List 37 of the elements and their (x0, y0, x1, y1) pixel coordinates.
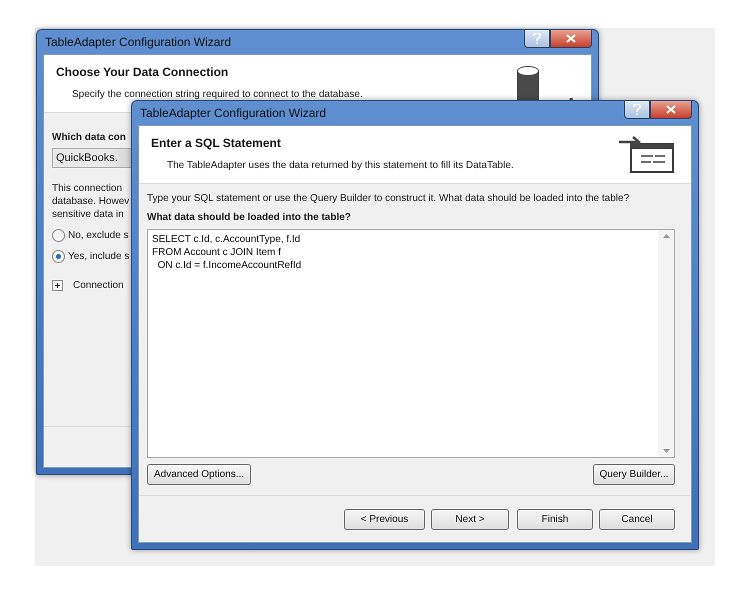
page-subtitle: The TableAdapter uses the data returned by this statement to fill its DataTable. (166, 159, 514, 172)
radio-label: Yes, include s (68, 250, 130, 263)
plus-icon (54, 282, 61, 289)
next-button[interactable]: Next > (431, 508, 509, 530)
page-heading: Choose Your Data Connection (56, 65, 230, 80)
radio-button[interactable] (52, 229, 65, 242)
close-button[interactable] (650, 101, 692, 119)
expander-label: Connection (73, 279, 124, 292)
expand-toggle[interactable] (52, 280, 63, 291)
scrollbar[interactable] (658, 230, 674, 457)
note-text: database. Howev (52, 195, 130, 208)
radio-button[interactable] (52, 250, 65, 263)
radio-label: No, exclude s (68, 229, 129, 242)
scroll-down-icon (662, 449, 670, 453)
page-subtitle: Specify the connection string required to connect to the database. (71, 88, 363, 101)
help-icon (533, 33, 541, 44)
scroll-up-icon (662, 234, 670, 238)
window-title: TableAdapter Configuration Wizard (139, 106, 326, 120)
cancel-button[interactable]: Cancel (599, 508, 675, 530)
table-arrow-icon (619, 136, 675, 174)
advanced-options-button[interactable]: Advanced Options... (147, 464, 251, 485)
close-button[interactable] (550, 30, 592, 48)
previous-button[interactable]: < Previous (344, 508, 425, 530)
instruction-text: Type your SQL statement or use the Query Builder to construct it. What data should be loaded into the table? (147, 192, 630, 205)
note-text: This connection (52, 182, 122, 195)
help-icon (633, 104, 641, 115)
note-text: sensitive data in (52, 208, 124, 221)
window-title: TableAdapter Configuration Wizard (44, 35, 232, 49)
sql-label: What data should be loaded into the table? (147, 211, 351, 224)
help-button[interactable] (524, 30, 550, 48)
finish-button[interactable]: Finish (517, 508, 593, 530)
close-icon (666, 105, 676, 114)
help-button[interactable] (624, 101, 650, 119)
query-builder-button[interactable]: Query Builder... (593, 464, 675, 485)
page-heading: Enter a SQL Statement (151, 136, 282, 151)
question-label: Which data con (52, 131, 126, 144)
close-icon (566, 34, 576, 43)
